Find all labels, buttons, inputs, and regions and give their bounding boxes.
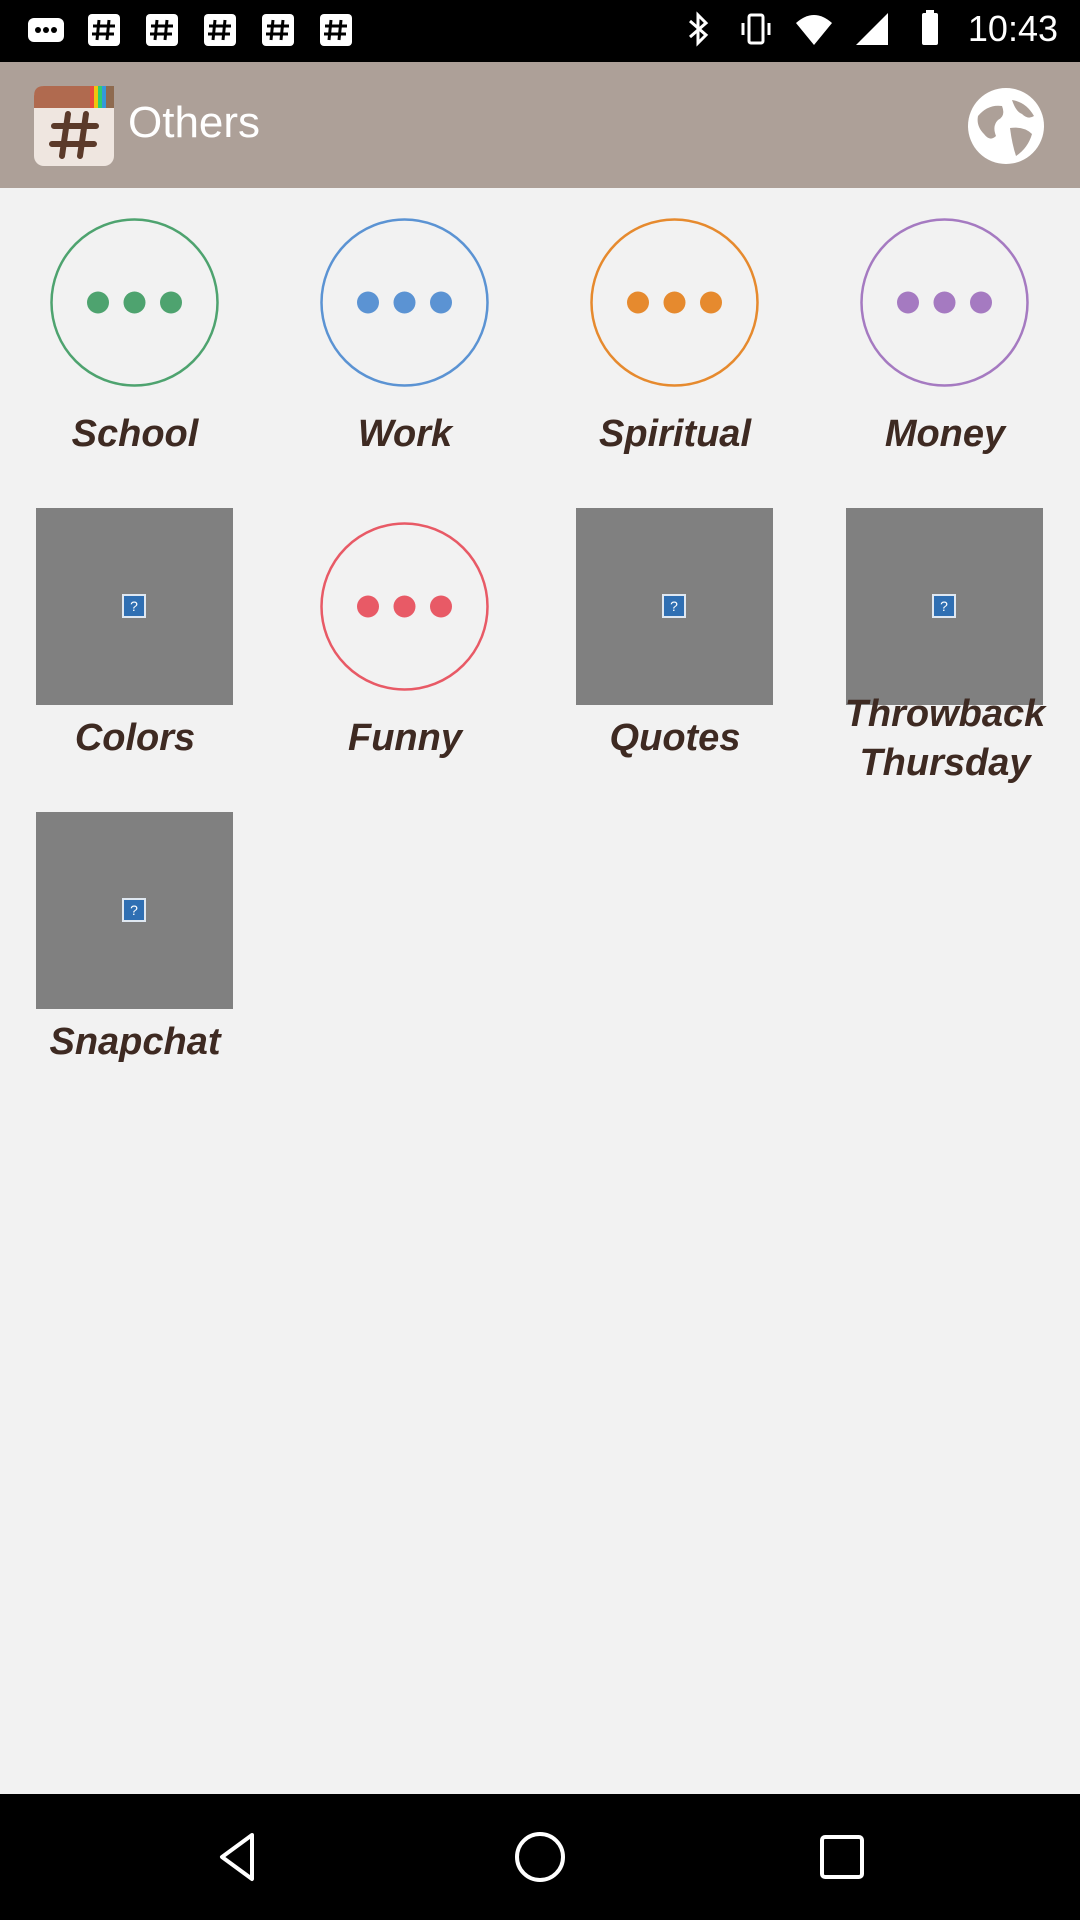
broken-image-icon: ? xyxy=(122,898,146,922)
category-label: Spiritual xyxy=(598,413,752,455)
category-label: School xyxy=(71,413,199,455)
svg-text:?: ? xyxy=(940,598,948,614)
app-bar: Others xyxy=(0,62,1080,188)
image-placeholder-box: ? xyxy=(36,508,233,705)
category-item[interactable]: Spiritual xyxy=(540,204,810,494)
more-notifications-icon xyxy=(28,18,64,42)
more-dots-icon xyxy=(576,204,773,401)
image-placeholder: ? xyxy=(576,508,773,705)
category-item[interactable]: Funny xyxy=(270,508,540,798)
svg-text:?: ? xyxy=(670,598,678,614)
category-label: Work xyxy=(357,413,453,455)
hashtag-notification-icon xyxy=(320,14,352,46)
category-label: Throwback Thursday xyxy=(844,693,1046,784)
globe-icon[interactable] xyxy=(966,86,1046,166)
system-icons: 10:43 xyxy=(678,8,1058,50)
circle-outline-icon xyxy=(320,522,489,691)
more-dots-icon xyxy=(846,204,1043,401)
category-label: Funny xyxy=(348,717,462,759)
vibrate-icon xyxy=(741,13,771,45)
more-dots-icon xyxy=(306,204,503,401)
svg-text:?: ? xyxy=(130,598,138,614)
recents-square-icon[interactable] xyxy=(812,1827,872,1887)
hashtag-notification-icon xyxy=(204,14,236,46)
category-label: Colors xyxy=(74,717,196,759)
more-dots-icon xyxy=(306,508,503,705)
category-item[interactable]: School xyxy=(0,204,270,494)
wifi-icon xyxy=(795,15,832,45)
hashtag-app-icon xyxy=(34,86,114,166)
home-circle-icon[interactable] xyxy=(510,1827,570,1887)
hashtag-notification-icon xyxy=(146,14,178,46)
back-triangle-icon[interactable] xyxy=(208,1827,268,1887)
category-item[interactable]: ? Quotes xyxy=(540,508,810,798)
category-item[interactable]: Money xyxy=(810,204,1080,494)
svg-text:?: ? xyxy=(130,902,138,918)
image-placeholder: ? xyxy=(36,812,233,1009)
category-label: Quotes xyxy=(609,717,741,759)
circle-outline-icon xyxy=(590,218,759,387)
category-item[interactable]: ? Colors xyxy=(0,508,270,798)
image-placeholder: ? xyxy=(846,508,1043,705)
status-bar: 10:43 xyxy=(0,0,1080,62)
more-dots-icon xyxy=(36,204,233,401)
image-placeholder-box: ? xyxy=(576,508,773,705)
status-time: 10:43 xyxy=(967,8,1058,49)
battery-icon xyxy=(921,10,938,45)
image-placeholder-box: ? xyxy=(846,508,1043,705)
circle-outline-icon xyxy=(320,218,489,387)
category-label: Money xyxy=(884,413,1006,455)
category-label: Snapchat xyxy=(49,1021,221,1063)
cellular-signal-icon xyxy=(855,13,888,45)
circle-outline-icon xyxy=(860,218,1029,387)
broken-image-icon: ? xyxy=(122,594,146,618)
notification-icons xyxy=(26,10,356,50)
image-placeholder: ? xyxy=(36,508,233,705)
category-item[interactable]: ? Snapchat xyxy=(0,812,270,1102)
bluetooth-icon xyxy=(688,11,709,47)
hashtag-notification-icon xyxy=(88,14,120,46)
page-title: Others xyxy=(128,98,261,147)
circle-outline-icon xyxy=(50,218,219,387)
image-placeholder-box: ? xyxy=(36,812,233,1009)
category-item[interactable]: Work xyxy=(270,204,540,494)
broken-image-icon: ? xyxy=(932,594,956,618)
category-item[interactable]: ? Throwback Thursday xyxy=(810,508,1080,798)
broken-image-icon: ? xyxy=(662,594,686,618)
navigation-bar xyxy=(0,1794,1080,1920)
hashtag-notification-icon xyxy=(262,14,294,46)
